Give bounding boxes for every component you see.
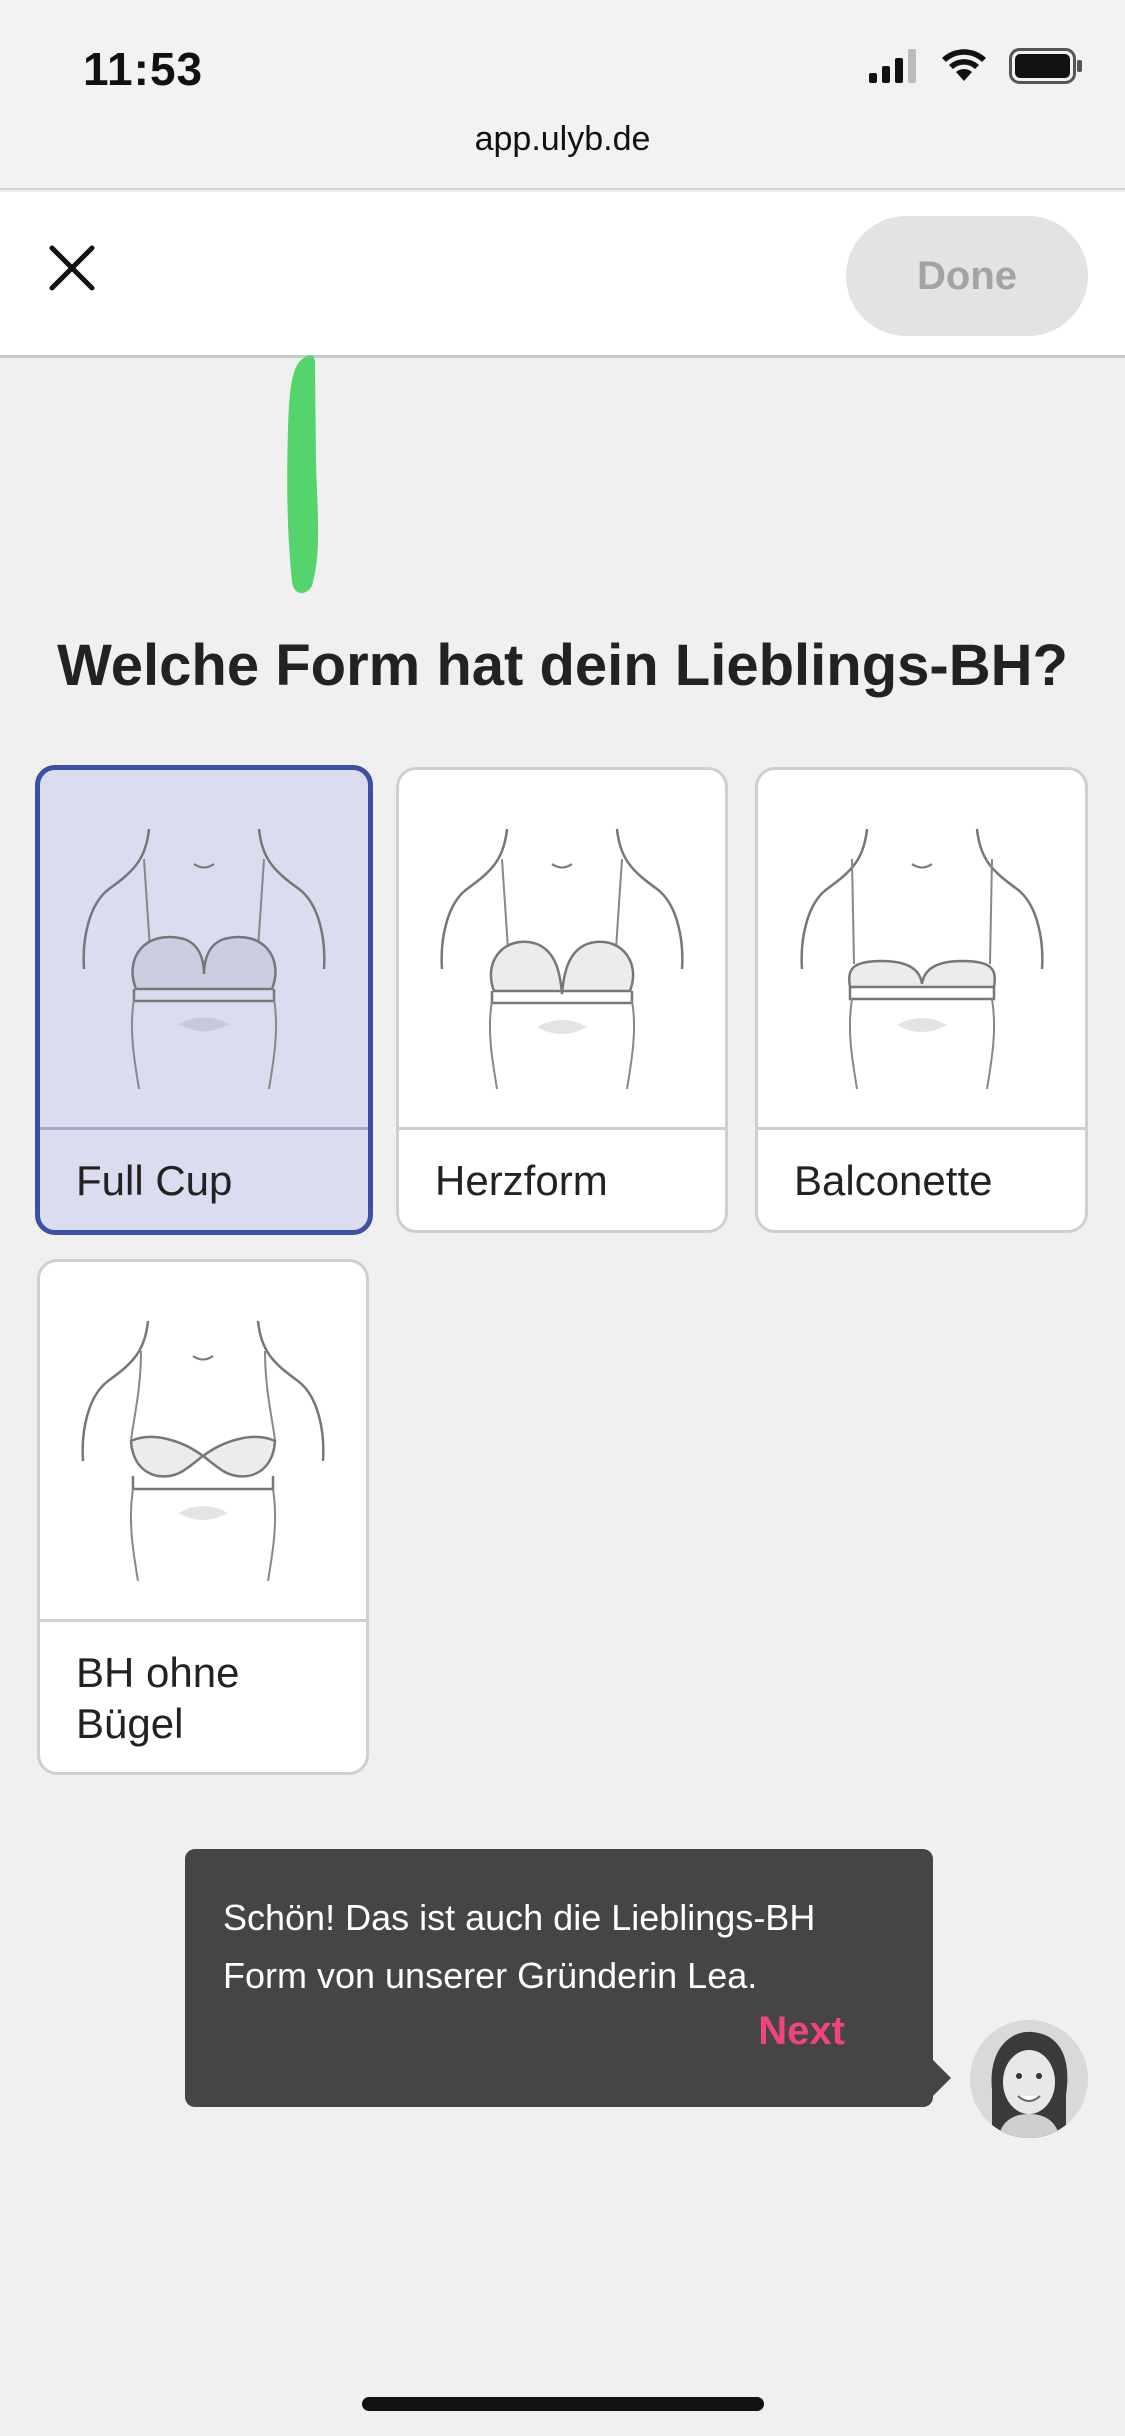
option-card-herzform[interactable]: Herzform xyxy=(396,767,728,1233)
option-label: Herzform xyxy=(435,1157,608,1204)
wifi-icon xyxy=(941,48,987,88)
battery-icon xyxy=(1009,47,1083,89)
avatar[interactable] xyxy=(970,2020,1088,2138)
option-card-bh-ohne-buegel[interactable]: BH ohne Bügel xyxy=(37,1259,369,1775)
progress-mark xyxy=(287,355,319,594)
close-icon xyxy=(49,245,95,291)
bra-illustration-icon xyxy=(399,770,725,1130)
option-label: Balconette xyxy=(794,1157,993,1204)
status-icons xyxy=(869,47,1083,89)
signal-icon xyxy=(869,48,919,88)
url-bar[interactable]: app.ulyb.de xyxy=(0,120,1125,159)
option-card-balconette[interactable]: Balconette xyxy=(755,767,1088,1233)
question-title: Welche Form hat dein Lieblings-BH? xyxy=(57,633,1068,698)
top-toolbar: Done xyxy=(0,192,1125,358)
tooltip-tail xyxy=(933,2060,951,2096)
founder-tooltip: Schön! Das ist auch die Lieblings-BH For… xyxy=(185,1849,933,2107)
option-label: Full Cup xyxy=(76,1157,233,1204)
bra-illustration-icon xyxy=(40,770,368,1130)
bra-illustration-icon xyxy=(758,770,1085,1130)
status-time: 11:53 xyxy=(83,43,204,95)
status-bar: 11:53 app.ulyb.de xyxy=(0,0,1125,190)
close-button[interactable] xyxy=(40,236,104,300)
home-indicator[interactable] xyxy=(362,2397,764,2411)
tooltip-message: Schön! Das ist auch die Lieblings-BH For… xyxy=(223,1897,816,1996)
option-card-full-cup[interactable]: Full Cup xyxy=(35,765,373,1235)
option-label: BH ohne Bügel xyxy=(76,1649,240,1747)
next-link[interactable]: Next xyxy=(758,2009,845,2054)
bra-illustration-icon xyxy=(40,1262,366,1622)
done-button[interactable]: Done xyxy=(846,216,1088,336)
